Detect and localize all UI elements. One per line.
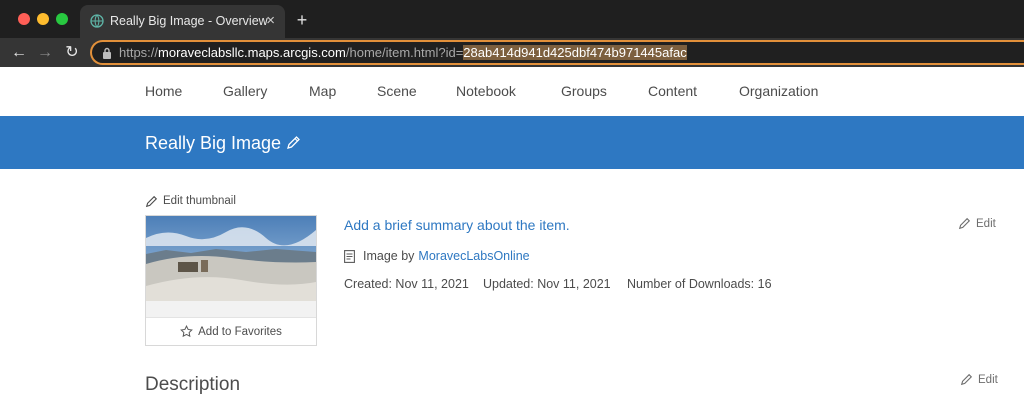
edit-summary-label: Edit (976, 217, 996, 230)
forward-button[interactable]: → (35, 43, 55, 63)
url-text[interactable]: https://moraveclabsllc.maps.arcgis.com/h… (119, 45, 687, 60)
nav-content[interactable]: Content (648, 83, 697, 99)
nav-gallery[interactable]: Gallery (223, 83, 267, 99)
item-type-prefix: Image by (363, 249, 415, 263)
edit-thumbnail-label: Edit thumbnail (163, 195, 236, 207)
description-heading: Description (145, 374, 241, 395)
add-to-favorites-button[interactable]: Add to Favorites (146, 317, 316, 345)
back-button[interactable]: ← (9, 43, 29, 63)
url-scheme: https:// (119, 45, 159, 60)
url-host: moraveclabsllc.maps.arcgis.com (158, 45, 346, 60)
pencil-icon (145, 195, 158, 207)
pencil-icon (960, 373, 973, 386)
new-tab-button[interactable]: + (292, 10, 312, 30)
pencil-icon[interactable] (286, 135, 301, 150)
edit-summary-button[interactable]: Edit (958, 217, 996, 230)
address-bar[interactable]: https://moraveclabsllc.maps.arcgis.com/h… (90, 40, 1024, 65)
thumbnail-card: Add to Favorites (145, 215, 317, 346)
document-icon (344, 249, 355, 263)
nav-map[interactable]: Map (309, 83, 336, 99)
thumbnail-padding (146, 301, 316, 317)
browser-tab-bar: Really Big Image - Overview × + (0, 0, 1024, 38)
download-count: Number of Downloads: 16 (627, 277, 772, 291)
item-type-line: Image by MoravecLabsOnline (344, 248, 530, 264)
item-title-banner: Really Big Image (0, 116, 1024, 169)
nav-organization[interactable]: Organization (739, 83, 818, 99)
browser-toolbar: ← → ↻ https://moraveclabsllc.maps.arcgis… (0, 38, 1024, 67)
tab-title: Really Big Image - Overview (110, 14, 268, 28)
owner-link[interactable]: MoravecLabsOnline (418, 249, 529, 263)
url-path: /home/item.html?id= (345, 45, 464, 60)
top-navigation: Home Gallery Map Scene Notebook Groups C… (0, 67, 1024, 116)
browser-tab[interactable]: Really Big Image - Overview × (80, 5, 285, 38)
nav-home[interactable]: Home (145, 83, 182, 99)
lock-icon (103, 47, 111, 59)
nav-scene[interactable]: Scene (377, 83, 417, 99)
summary-link[interactable]: Add a brief summary about the item. (344, 217, 570, 233)
add-to-favorites-label: Add to Favorites (198, 325, 282, 338)
edit-thumbnail-link[interactable]: Edit thumbnail (145, 193, 236, 209)
nav-notebook[interactable]: Notebook (456, 83, 516, 99)
reload-button[interactable]: ↻ (62, 43, 82, 63)
maximize-window-button[interactable] (56, 13, 68, 25)
minimize-window-button[interactable] (37, 13, 49, 25)
url-selected-id: 28ab414d941d425dbf474b971445afac (463, 45, 687, 60)
globe-icon (90, 14, 104, 28)
star-icon (180, 325, 194, 338)
nav-groups[interactable]: Groups (561, 83, 607, 99)
edit-description-label: Edit (978, 373, 998, 386)
updated-date: Updated: Nov 11, 2021 (483, 277, 611, 291)
close-window-button[interactable] (18, 13, 30, 25)
pencil-icon (958, 217, 971, 230)
item-title: Really Big Image (145, 133, 282, 153)
created-date: Created: Nov 11, 2021 (344, 277, 469, 291)
edit-description-button[interactable]: Edit (960, 373, 998, 386)
tab-close-icon[interactable]: × (266, 12, 275, 30)
item-thumbnail[interactable] (146, 216, 316, 301)
